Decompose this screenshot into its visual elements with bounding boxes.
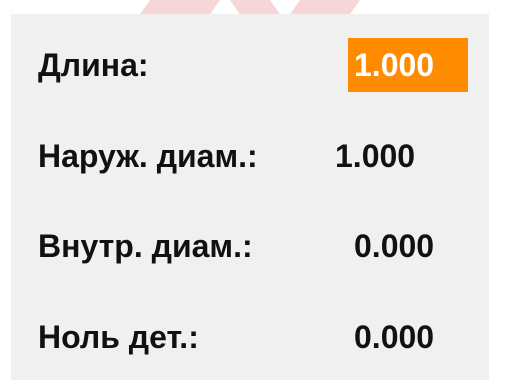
length-label: Длина: <box>38 47 149 83</box>
field-row-inner-diameter[interactable]: Внутр. диам.: 0.000 <box>11 219 489 273</box>
length-value-field[interactable]: 1.000 <box>348 38 468 92</box>
top-decoration <box>220 0 280 14</box>
dimensions-panel: Длина: 1.000 Наруж. диам.: 1.000 Внутр. … <box>11 14 489 380</box>
top-decoration <box>290 0 370 14</box>
inner-diameter-label: Внутр. диам.: <box>38 228 253 264</box>
field-row-outer-diameter[interactable]: Наруж. диам.: 1.000 <box>11 129 489 183</box>
field-row-length[interactable]: Длина: 1.000 <box>11 38 489 92</box>
outer-diameter-label: Наруж. диам.: <box>38 138 258 174</box>
part-zero-label: Ноль дет.: <box>38 319 199 355</box>
outer-diameter-value-field[interactable]: 1.000 <box>329 129 449 183</box>
inner-diameter-value-field[interactable]: 0.000 <box>348 219 468 273</box>
field-row-part-zero[interactable]: Ноль дет.: 0.000 <box>11 310 489 364</box>
top-decoration <box>140 0 230 14</box>
part-zero-value-field[interactable]: 0.000 <box>348 310 468 364</box>
